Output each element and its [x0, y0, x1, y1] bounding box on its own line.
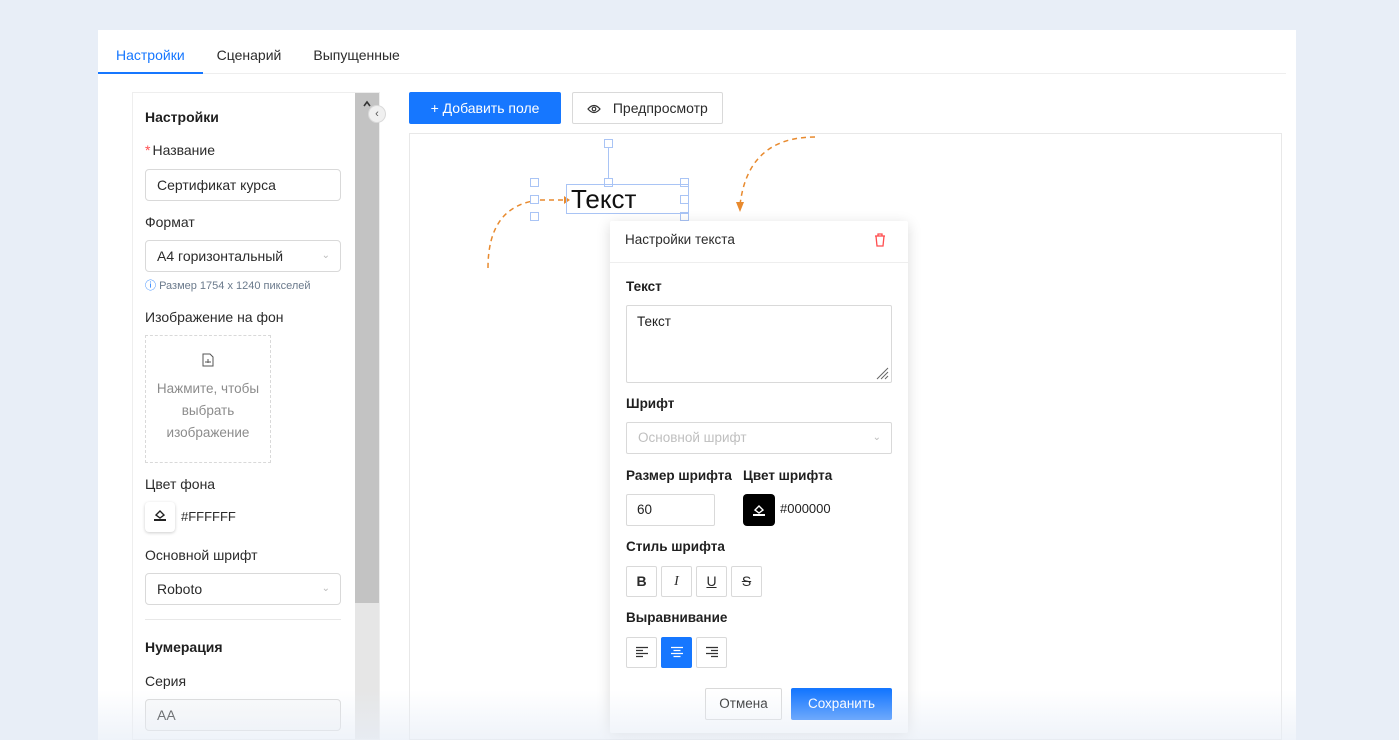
settings-panel: Настройки * Название Сертификат курса Фор… — [132, 92, 380, 740]
font-select[interactable]: Основной шрифт ⌄ — [626, 422, 892, 454]
strikethrough-button[interactable]: S — [731, 566, 762, 597]
align-center-icon — [670, 646, 683, 658]
divider — [145, 619, 341, 620]
font-size-input[interactable]: 60 — [626, 494, 715, 526]
collapse-panel-button[interactable]: ‹ — [368, 105, 386, 123]
font-color-picker[interactable] — [743, 494, 775, 526]
popup-header: Настройки текста — [610, 221, 908, 263]
popup-title: Настройки текста — [625, 232, 735, 247]
series-input[interactable]: АА — [145, 699, 341, 731]
align-right-icon — [705, 646, 718, 658]
tab-scenario[interactable]: Сценарий — [217, 30, 282, 73]
tab-issued[interactable]: Выпущенные — [313, 30, 399, 73]
resize-handle[interactable] — [530, 212, 539, 221]
align-left-icon — [635, 646, 648, 658]
resize-handle[interactable] — [530, 178, 539, 187]
font-label: Шрифт — [626, 396, 675, 411]
chevron-down-icon: ⌄ — [321, 250, 330, 261]
bg-color-picker[interactable] — [145, 502, 175, 532]
tabs: Настройки Сценарий Выпущенные — [98, 30, 1286, 74]
bold-button[interactable]: B — [626, 566, 657, 597]
align-center-button[interactable] — [661, 637, 692, 668]
main-font-select[interactable]: Roboto ⌄ — [145, 573, 341, 605]
align-right-button[interactable] — [696, 637, 727, 668]
series-label: Серия — [145, 673, 187, 689]
add-field-button[interactable]: + Добавить поле — [409, 92, 561, 124]
numbering-title: Нумерация — [145, 639, 223, 655]
font-color-label: Цвет шрифта — [743, 468, 833, 483]
scrollbar-thumb[interactable] — [355, 93, 379, 603]
align-left-button[interactable] — [626, 637, 657, 668]
format-select[interactable]: А4 горизонтальный ⌄ — [145, 240, 341, 272]
preview-button[interactable]: Предпросмотр — [572, 92, 723, 124]
format-hint: ⓘ Размер 1754 x 1240 пикселей — [145, 280, 311, 292]
italic-button[interactable]: I — [661, 566, 692, 597]
format-label: Формат — [145, 214, 195, 230]
resize-grip-icon[interactable] — [875, 366, 889, 380]
underline-button[interactable]: U — [696, 566, 727, 597]
main-font-label: Основной шрифт — [145, 547, 258, 563]
text-settings-popup: Настройки текста Текст Текст Шрифт Основ… — [610, 221, 908, 733]
file-icon — [146, 352, 270, 374]
resize-handle[interactable] — [530, 195, 539, 204]
canvas-text-element[interactable]: Текст — [566, 184, 689, 214]
text-textarea[interactable]: Текст — [626, 305, 892, 383]
save-button[interactable]: Сохранить — [791, 688, 892, 720]
fill-drip-icon — [752, 502, 766, 518]
text-label: Текст — [626, 279, 662, 294]
bg-image-upload[interactable]: Нажмите, чтобы выбрать изображение — [145, 335, 271, 463]
name-input[interactable]: Сертификат курса — [145, 169, 341, 201]
fill-drip-icon — [153, 509, 167, 525]
chevron-down-icon: ⌄ — [321, 583, 330, 594]
resize-handle[interactable] — [604, 139, 613, 148]
plus-icon: + — [430, 100, 443, 116]
cancel-button[interactable]: Отмена — [705, 688, 782, 720]
info-icon: ⓘ — [145, 280, 156, 292]
font-style-label: Стиль шрифта — [626, 539, 725, 554]
chevron-down-icon: ⌄ — [872, 432, 881, 443]
bg-color-value: #FFFFFF — [181, 509, 236, 524]
font-color-value: #000000 — [780, 501, 831, 516]
bg-image-label: Изображение на фон — [145, 309, 284, 325]
bg-color-label: Цвет фона — [145, 476, 216, 492]
font-size-label: Размер шрифта — [626, 468, 732, 483]
align-label: Выравнивание — [626, 610, 728, 625]
trash-icon[interactable] — [874, 233, 886, 251]
tab-settings[interactable]: Настройки — [98, 30, 203, 74]
name-label: * Название — [145, 142, 216, 158]
settings-title: Настройки — [145, 109, 219, 125]
eye-icon — [587, 100, 605, 116]
